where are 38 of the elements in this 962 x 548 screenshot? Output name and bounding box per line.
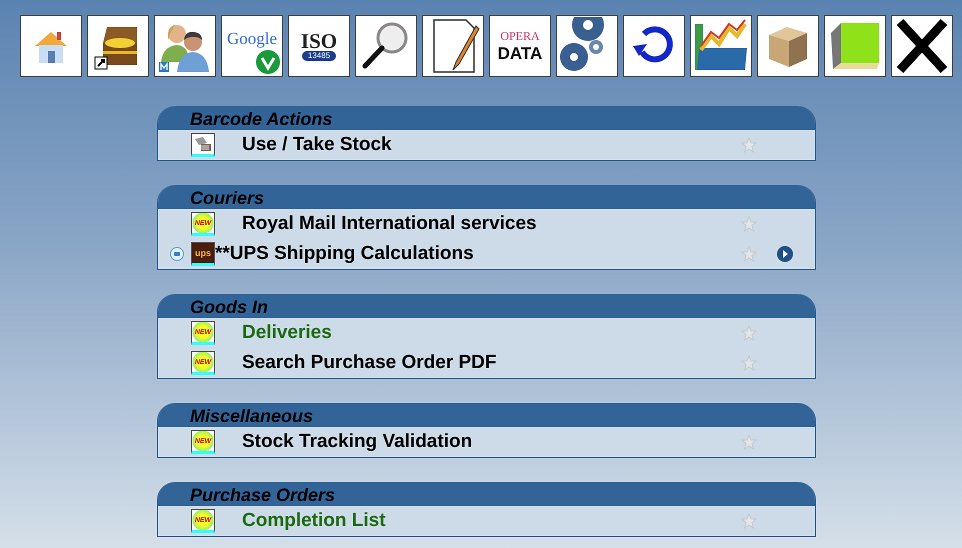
close-icon [894, 18, 950, 74]
section-title: Couriers [190, 188, 264, 209]
section-title: Miscellaneous [190, 406, 314, 427]
favorite-star-icon[interactable] [741, 513, 757, 529]
gears-button[interactable] [556, 15, 618, 77]
menu-link[interactable]: Royal Mail International services [242, 213, 741, 235]
menu-link[interactable]: Stock Tracking Validation [242, 431, 741, 453]
refresh-button[interactable] [623, 15, 685, 77]
home-button[interactable] [20, 15, 82, 77]
book-button[interactable] [824, 15, 886, 77]
google-button[interactable]: Google [221, 15, 283, 77]
section-title: Barcode Actions [190, 109, 332, 130]
favorite-star-icon[interactable] [741, 434, 757, 450]
menu-link[interactable]: Search Purchase Order PDF [242, 352, 741, 374]
close-button[interactable] [891, 15, 953, 77]
opera-data-button[interactable]: OPERA DATA [489, 15, 551, 77]
menu-link[interactable]: Use / Take Stock [242, 134, 741, 156]
scanner-icon [191, 133, 215, 157]
favorite-star-icon[interactable] [741, 216, 757, 232]
users-button[interactable] [154, 15, 216, 77]
menu-link[interactable]: **UPS Shipping Calculations [215, 243, 741, 265]
chart-folder-button[interactable] [690, 15, 752, 77]
chat-bubble-icon[interactable] [170, 247, 184, 261]
pencil-paper-button[interactable] [422, 15, 484, 77]
menu-link[interactable]: Deliveries [242, 322, 741, 344]
ups-logo: ups [191, 242, 215, 266]
cardboard-box-button[interactable] [757, 15, 819, 77]
favorite-star-icon[interactable] [741, 137, 757, 153]
iso-button[interactable]: ISO 13485 [288, 15, 350, 77]
favorite-star-icon[interactable] [741, 325, 757, 341]
check-icon [256, 50, 280, 74]
treasure-chest-button[interactable] [87, 15, 149, 77]
menu-link[interactable]: Completion List [242, 510, 741, 532]
favorite-star-icon[interactable] [741, 246, 757, 262]
section-title: Purchase Orders [190, 485, 336, 506]
section-title: Goods In [190, 297, 268, 318]
favorite-star-icon[interactable] [741, 355, 757, 371]
magnifier-button[interactable] [355, 15, 417, 77]
